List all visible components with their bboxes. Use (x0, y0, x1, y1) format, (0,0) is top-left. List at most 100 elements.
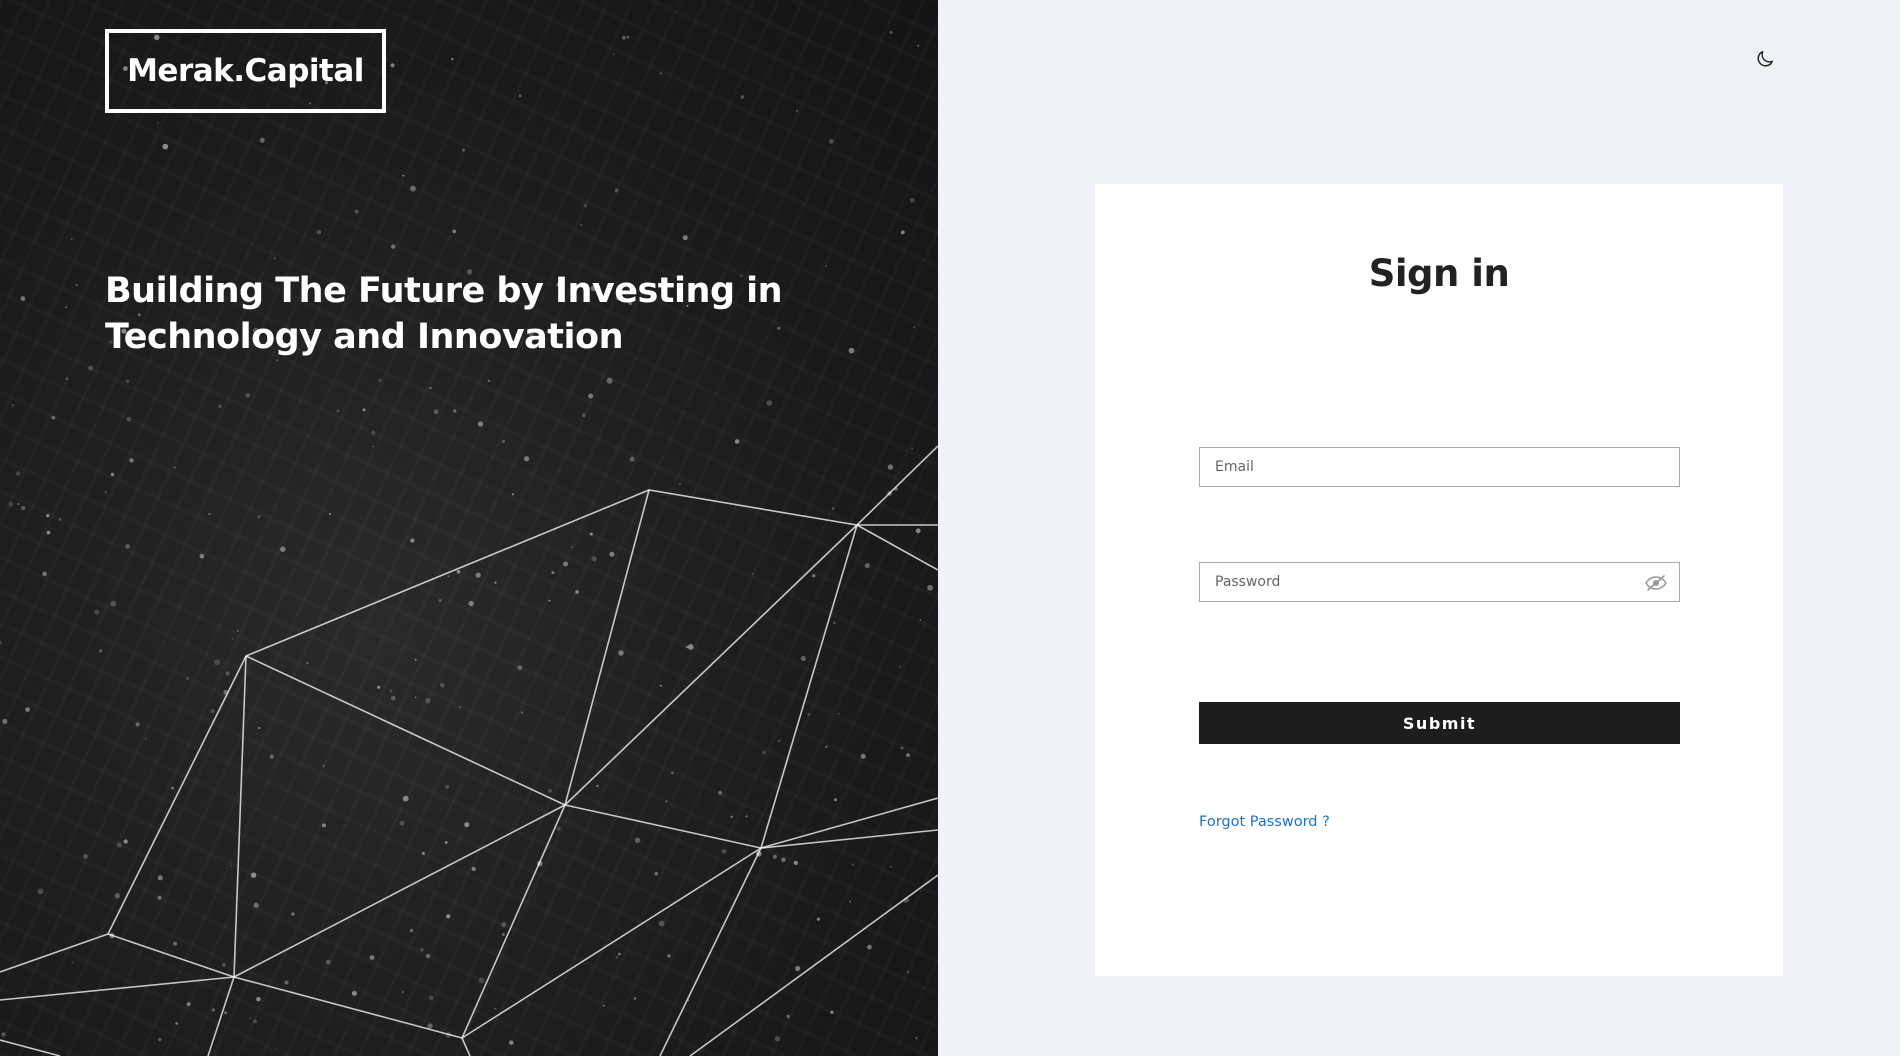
star-dot (848, 347, 855, 354)
hero-tagline: Building The Future by Investing in Tech… (105, 268, 805, 360)
star-dot (475, 572, 481, 578)
star-dot (501, 921, 507, 928)
forgot-password-link[interactable]: Forgot Password ? (1199, 814, 1330, 830)
star-dot (887, 464, 894, 470)
star-dot (458, 706, 462, 709)
star-dot (65, 377, 68, 380)
logo: Merak.Capital (105, 29, 386, 113)
star-dot (175, 1022, 178, 1025)
star-dot (158, 1037, 162, 1042)
star-dot (890, 866, 893, 868)
star-dot (75, 284, 78, 287)
signin-card: Sign in Submit Forgot Password ? (1095, 184, 1783, 976)
star-dot (915, 1036, 918, 1040)
star-dot (129, 458, 134, 463)
star-dot (273, 257, 276, 260)
star-dot (613, 53, 615, 55)
eye-off-icon (1645, 575, 1667, 591)
star-dot (679, 483, 681, 485)
star-dot (456, 570, 461, 574)
star-dot (409, 928, 414, 933)
star-dot (351, 990, 357, 996)
star-dot (830, 1010, 834, 1014)
star-dot (909, 197, 915, 203)
email-field[interactable] (1199, 447, 1680, 487)
star-dot (511, 493, 515, 496)
star-dot (51, 415, 56, 420)
star-dot (256, 997, 261, 1002)
star-dot (786, 1014, 790, 1019)
submit-button[interactable]: Submit (1199, 702, 1680, 744)
star-dot (614, 188, 619, 193)
star-dot (284, 980, 289, 985)
star-dot (20, 296, 26, 301)
star-dot (218, 404, 222, 408)
star-dot (682, 235, 688, 241)
star-dot (42, 571, 47, 577)
star-dot (837, 712, 840, 715)
star-dot (793, 860, 798, 866)
star-dot (618, 952, 621, 956)
password-field[interactable] (1199, 562, 1680, 602)
star-dot (321, 823, 326, 828)
star-dot (477, 421, 484, 427)
star-dot (389, 689, 393, 692)
star-dot (438, 598, 442, 603)
star-dot (390, 63, 395, 68)
star-dot (402, 174, 405, 177)
star-dot (447, 575, 450, 577)
star-dot (25, 707, 30, 712)
star-dot (316, 230, 322, 235)
star-dot (245, 393, 251, 398)
star-dot (199, 553, 205, 559)
star-dot (478, 977, 485, 984)
star-dot (795, 965, 801, 972)
star-dot (524, 456, 530, 462)
star-dot (211, 1008, 215, 1012)
star-dot (421, 851, 425, 855)
star-dot (362, 408, 366, 412)
star-dot (208, 512, 211, 516)
star-dot (453, 409, 457, 413)
star-dot (812, 574, 816, 578)
star-dot (913, 326, 916, 329)
star-dot (114, 893, 121, 899)
star-dot (70, 237, 73, 241)
star-dot (157, 122, 160, 125)
star-dot (658, 920, 665, 927)
star-dot (401, 990, 405, 994)
star-dot (377, 685, 381, 689)
star-dot (575, 590, 579, 594)
star-dot (796, 110, 798, 112)
star-dot (354, 209, 359, 214)
star-dot (186, 1002, 191, 1007)
star-dot (464, 822, 470, 828)
star-dot (328, 513, 331, 515)
network-graphic (0, 31, 938, 1056)
password-visibility-toggle[interactable] (1644, 574, 1668, 592)
star-dot (667, 954, 671, 958)
star-dot (46, 514, 50, 518)
star-dot (816, 917, 821, 921)
star-dot (269, 754, 274, 759)
star-dot (250, 872, 257, 878)
star-dot (772, 854, 777, 859)
star-dot (58, 518, 62, 521)
star-dot (378, 378, 382, 383)
star-dot (144, 737, 147, 740)
star-dot (371, 430, 376, 435)
star-dot (258, 726, 261, 730)
star-dot (563, 561, 569, 567)
star-dot (618, 650, 624, 656)
star-dot (116, 842, 123, 848)
star-dot (372, 445, 374, 448)
theme-toggle-button[interactable] (1752, 46, 1778, 72)
star-dot (833, 798, 838, 802)
star-dot (906, 970, 910, 974)
star-dot (548, 788, 552, 793)
star-dot (762, 750, 766, 755)
star-dot (734, 439, 740, 444)
star-dot (433, 409, 439, 415)
star-dot (781, 857, 786, 863)
star-dot (236, 629, 239, 632)
